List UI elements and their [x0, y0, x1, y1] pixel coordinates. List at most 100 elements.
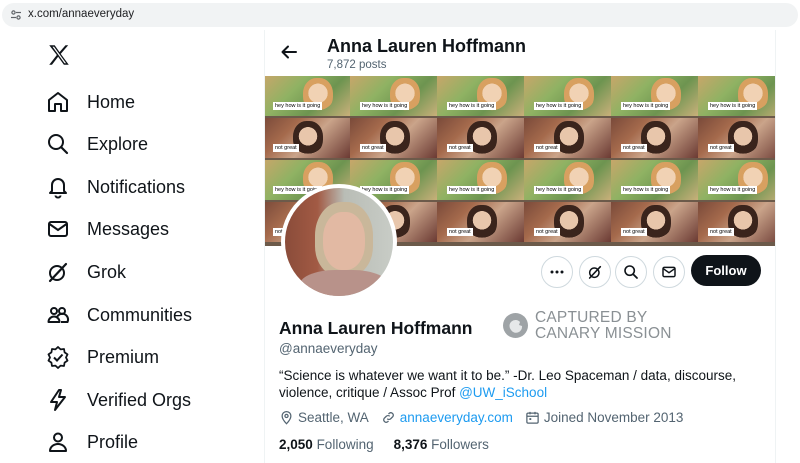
people-icon [46, 303, 70, 327]
sidebar-item-premium[interactable]: Premium [46, 337, 159, 377]
watermark-text: CAPTURED BY CANARY MISSION [535, 309, 672, 342]
banner-tile-caption: not great [621, 228, 647, 236]
banner-tile-caption: hey how is it going [534, 186, 584, 194]
join-date: Joined November 2013 [525, 410, 683, 425]
follow-button[interactable]: Follow [691, 255, 761, 286]
sidebar-item-label: Profile [87, 431, 139, 452]
sidebar-item-verified-orgs[interactable]: Verified Orgs [46, 380, 191, 420]
person-icon [46, 430, 70, 454]
following-link[interactable]: 2,050 Following [279, 437, 374, 452]
banner-tile-caption: not great [708, 144, 734, 152]
more-dots-icon [550, 270, 564, 274]
sidebar-item-label: Messages [87, 218, 170, 239]
sidebar-item-label: Notifications [87, 176, 186, 197]
back-arrow-icon[interactable] [279, 42, 299, 62]
link-icon [382, 412, 394, 423]
profile-header-bar: Anna Lauren Hoffmann 7,872 posts [265, 30, 775, 76]
banner-tile-caption: hey how is it going [447, 102, 497, 110]
banner-tile-caption: not great [708, 228, 734, 236]
browser-url-bar: x.com/annaeveryday [0, 0, 800, 30]
location: Seattle, WA [279, 410, 369, 425]
grok-icon [46, 260, 70, 284]
banner-meme-tile: not great [698, 118, 775, 158]
location-pin-icon [281, 410, 292, 425]
grok-icon [588, 265, 602, 279]
profile-name: Anna Lauren Hoffmann [279, 318, 473, 338]
sidebar-item-label: Explore [87, 133, 149, 154]
sidebar-item-home[interactable]: Home [46, 82, 135, 122]
banner-meme-tile: not great [437, 118, 524, 158]
profile-bio: “Science is whatever we want it to be.” … [279, 368, 736, 400]
sidebar-item-profile[interactable]: Profile [46, 422, 138, 462]
canary-mission-logo [503, 313, 528, 338]
more-options-button[interactable] [541, 256, 573, 288]
banner-tile-caption: hey how is it going [534, 102, 584, 110]
banner-tile-caption: not great [447, 228, 473, 236]
banner-meme-tile: not great [611, 118, 698, 158]
sidebar-item-notifications[interactable]: Notifications [46, 167, 185, 207]
banner-meme-tile: hey how is it going [524, 160, 611, 200]
follow-stats: 2,050 Following 8,376 Followers [279, 437, 509, 452]
sidebar-item-label: Grok [87, 261, 127, 282]
avatar-shirt [299, 270, 389, 296]
envelope-icon [46, 217, 70, 241]
banner-tile-caption: hey how is it going [447, 186, 497, 194]
verified-badge-icon [46, 345, 70, 369]
banner-tile-caption: not great [273, 144, 299, 152]
bio-mention-link[interactable]: @UW_iSchool [459, 385, 547, 400]
banner-meme-tile: not great [524, 118, 611, 158]
site-settings-icon[interactable] [10, 9, 22, 21]
banner-tile-caption: not great [621, 144, 647, 152]
avatar[interactable] [281, 184, 397, 300]
banner-meme-tile: hey how is it going [698, 76, 775, 116]
banner-meme-tile: hey how is it going [611, 76, 698, 116]
banner-meme-tile: not great [524, 202, 611, 242]
sidebar-item-label: Home [87, 91, 136, 112]
url-text[interactable]: x.com/annaeveryday [28, 8, 134, 20]
search-icon [46, 132, 70, 156]
followers-link[interactable]: 8,376 Followers [394, 437, 489, 452]
banner-tile-caption: hey how is it going [621, 186, 671, 194]
grok-button[interactable] [579, 256, 611, 288]
banner-meme-tile: hey how is it going [698, 160, 775, 200]
banner-tile-caption: hey how is it going [621, 102, 671, 110]
header-title: Anna Lauren Hoffmann [327, 36, 527, 56]
search-profile-button[interactable] [615, 256, 647, 288]
banner-meme-tile: not great [350, 118, 437, 158]
banner-meme-tile: not great [698, 202, 775, 242]
home-icon [46, 90, 70, 114]
sidebar-item-messages[interactable]: Messages [46, 209, 169, 249]
banner-meme-tile: hey how is it going [524, 76, 611, 116]
sidebar-item-grok[interactable]: Grok [46, 252, 126, 292]
search-icon [624, 265, 638, 279]
banner-meme-tile: hey how is it going [437, 76, 524, 116]
banner-meme-tile: not great [265, 118, 350, 158]
bell-icon [46, 175, 70, 199]
website-link[interactable]: annaeveryday.com [400, 410, 513, 425]
banner-tile-caption: not great [360, 144, 386, 152]
banner-tile-caption: hey how is it going [708, 102, 758, 110]
sidebar-item-explore[interactable]: Explore [46, 124, 148, 164]
message-button[interactable] [653, 256, 685, 288]
address-field[interactable]: x.com/annaeveryday [2, 3, 798, 27]
banner-tile-caption: not great [534, 228, 560, 236]
banner-meme-tile: not great [437, 202, 524, 242]
banner-meme-tile: hey how is it going [350, 76, 437, 116]
avatar-face [323, 212, 365, 270]
banner-tile-caption: hey how is it going [273, 102, 323, 110]
banner-tile-caption: not great [534, 144, 560, 152]
profile-column: Anna Lauren Hoffmann 7,872 posts hey how… [264, 30, 776, 463]
post-count: 7,872 posts [327, 59, 387, 71]
website: annaeveryday.com [381, 410, 513, 425]
sidebar: Home Explore Notifications Messages Grok… [0, 30, 264, 463]
profile-meta: Seattle, WA annaeveryday.com Joined Nove… [279, 410, 695, 425]
sidebar-item-communities[interactable]: Communities [46, 295, 192, 335]
banner-tile-caption: hey how is it going [360, 102, 410, 110]
lightning-icon [46, 388, 70, 412]
banner-tile-caption: not great [447, 144, 473, 152]
x-logo-icon[interactable] [46, 42, 72, 68]
banner-meme-tile: hey how is it going [265, 76, 350, 116]
sidebar-item-label: Premium [87, 346, 160, 367]
banner-tile-caption: hey how is it going [708, 186, 758, 194]
envelope-icon [662, 266, 676, 278]
